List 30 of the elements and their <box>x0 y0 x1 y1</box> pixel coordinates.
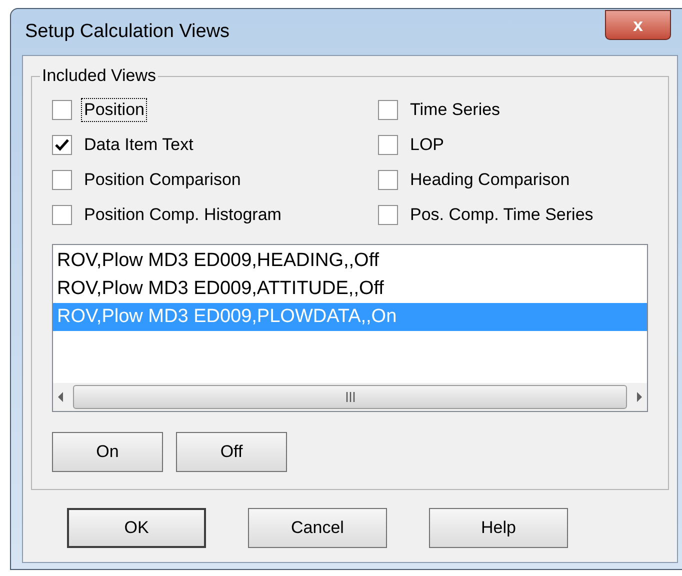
checkbox[interactable] <box>378 170 398 190</box>
horizontal-scrollbar[interactable] <box>53 383 647 411</box>
toggle-button[interactable]: On <box>52 432 163 472</box>
grip-icon <box>346 392 354 402</box>
checkbox[interactable] <box>378 135 398 155</box>
checkbox-label[interactable]: Pos. Comp. Time Series <box>408 204 596 226</box>
checkbox[interactable] <box>378 205 398 225</box>
checkbox[interactable] <box>52 170 72 190</box>
toggle-button[interactable]: Off <box>176 432 287 472</box>
scrollbar-thumb[interactable] <box>73 385 627 409</box>
checkbox[interactable] <box>378 100 398 120</box>
window-title: Setup Calculation Views <box>25 20 230 44</box>
list-row[interactable]: ROV,Plow MD3 ED009,HEADING,,Off <box>53 247 647 275</box>
checkbox-label[interactable]: Position Comparison <box>82 169 243 191</box>
list-row[interactable]: ROV,Plow MD3 ED009,ATTITUDE,,Off <box>53 275 647 303</box>
dialog-button[interactable]: Help <box>429 508 568 548</box>
checkbox-label[interactable]: Heading Comparison <box>408 169 572 191</box>
checkbox[interactable] <box>52 205 72 225</box>
dialog-button[interactable]: OK <box>67 508 206 548</box>
checkbox-label[interactable]: Data Item Text <box>82 134 196 156</box>
checkbox[interactable] <box>52 135 72 155</box>
checkbox-label[interactable]: Time Series <box>408 99 502 121</box>
dialog-button[interactable]: Cancel <box>248 508 387 548</box>
checkbox-label[interactable]: Position <box>82 99 146 121</box>
checkbox[interactable] <box>52 100 72 120</box>
check-icon <box>55 139 69 151</box>
scroll-right-icon[interactable] <box>635 392 643 402</box>
checkbox-label[interactable]: LOP <box>408 134 446 156</box>
checkbox-label[interactable]: Position Comp. Histogram <box>82 204 284 226</box>
scroll-left-icon[interactable] <box>57 392 65 402</box>
